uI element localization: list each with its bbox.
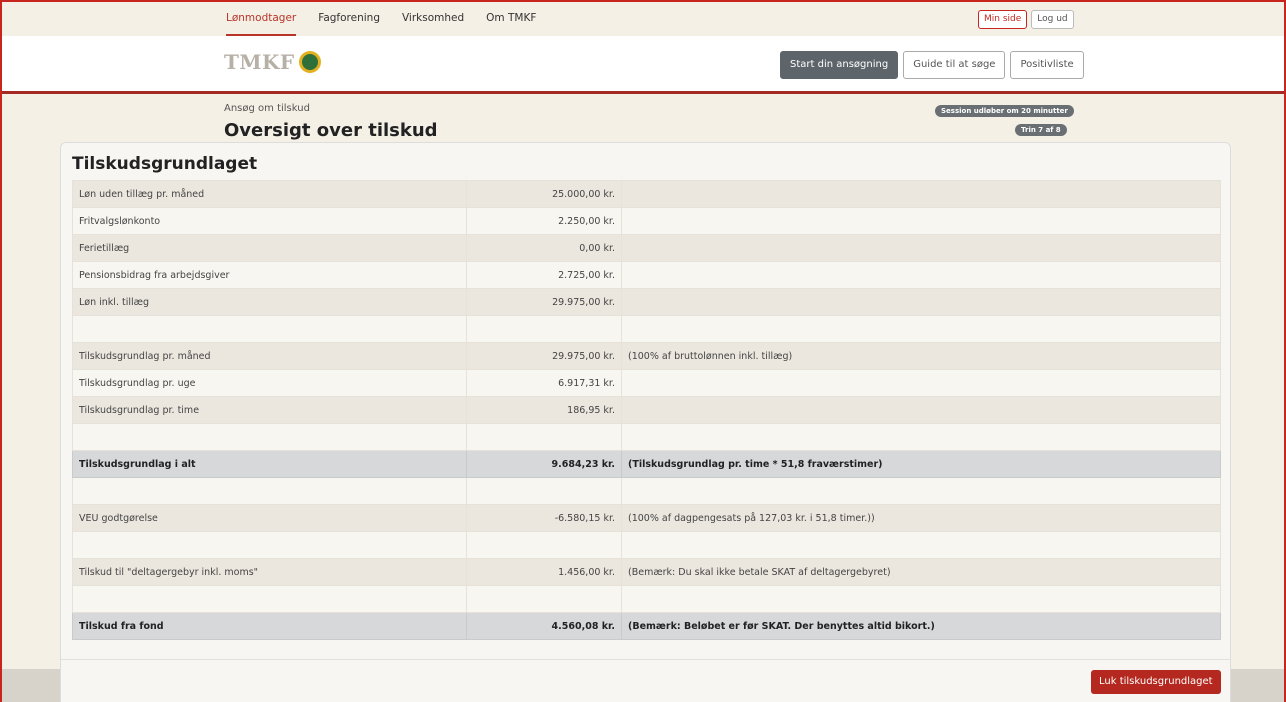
row-label: Løn inkl. tillæg: [72, 288, 467, 316]
row-note: [621, 315, 1221, 343]
table-spacer-row: [72, 315, 1221, 343]
site-logo[interactable]: TMKF: [224, 50, 321, 74]
site-header: TMKF Start din ansøgning Guide til at sø…: [0, 36, 1286, 94]
table-spacer-row: [72, 585, 1221, 613]
start-application-button[interactable]: Start din ansøgning: [780, 51, 899, 79]
row-label: [72, 477, 467, 505]
row-note: [621, 288, 1221, 316]
logout-button[interactable]: Log ud: [1031, 10, 1074, 29]
tree-logo-icon: [298, 51, 321, 73]
row-note: [621, 531, 1221, 559]
row-amount: 6.917,31 kr.: [466, 369, 622, 397]
top-navigation: Lønmodtager Fagforening Virksomhed Om TM…: [0, 0, 1286, 36]
nav-link-virksomhed[interactable]: Virksomhed: [402, 0, 464, 36]
row-amount: 1.456,00 kr.: [466, 558, 622, 586]
page-title: Oversigt over tilskud: [224, 120, 438, 141]
subsidy-table: Løn uden tillæg pr. måned 25.000,00 kr. Fr…: [72, 180, 1221, 640]
my-page-button[interactable]: Min side: [978, 10, 1028, 29]
row-label: Tilskud til "deltagergebyr inkl. moms": [72, 558, 467, 586]
close-subsidy-basis-button[interactable]: Luk tilskudsgrundlaget: [1091, 670, 1221, 694]
table-spacer-row: [72, 423, 1221, 451]
row-amount: 29.975,00 kr.: [466, 342, 622, 370]
row-note: [621, 585, 1221, 613]
session-badge: Session udløber om 20 minutter: [935, 105, 1074, 117]
row-note: [621, 261, 1221, 289]
row-label: Tilskud fra fond: [72, 612, 467, 640]
step-badge: Trin 7 af 8: [1015, 124, 1067, 136]
row-label: Tilskudsgrundlag i alt: [72, 450, 467, 478]
nav-link-om-tmkf[interactable]: Om TMKF: [486, 0, 536, 36]
nav-link-lonmodtager[interactable]: Lønmodtager: [226, 0, 297, 36]
table-spacer-row: [72, 477, 1221, 505]
table-row: Tilskud fra fond 4.560,08 kr. (Bemærk: Bel…: [72, 612, 1221, 640]
row-note: [621, 477, 1221, 505]
subsidy-basis-modal: Tilskudsgrundlaget Løn uden tillæg pr. m…: [60, 142, 1231, 702]
row-note: [621, 423, 1221, 451]
table-spacer-row: [72, 531, 1221, 559]
row-amount: [466, 585, 622, 613]
row-note: (Bemærk: Beløbet er før SKAT. Der benytt…: [621, 612, 1221, 640]
row-label: Pensionsbidrag fra arbejdsgiver: [72, 261, 467, 289]
row-label: [72, 423, 467, 451]
row-amount: 0,00 kr.: [466, 234, 622, 262]
row-amount: [466, 315, 622, 343]
row-label: [72, 531, 467, 559]
table-row: Tilskudsgrundlag pr. uge 6.917,31 kr.: [72, 369, 1221, 397]
row-label: Ferietillæg: [72, 234, 467, 262]
row-note: [621, 396, 1221, 424]
row-note: [621, 180, 1221, 208]
row-amount: [466, 423, 622, 451]
row-note: (Tilskudsgrundlag pr. time * 51,8 fravær…: [621, 450, 1221, 478]
row-amount: 25.000,00 kr.: [466, 180, 622, 208]
table-row: Fritvalgslønkonto 2.250,00 kr.: [72, 207, 1221, 235]
table-row: Ferietillæg 0,00 kr.: [72, 234, 1221, 262]
row-amount: 2.250,00 kr.: [466, 207, 622, 235]
table-row: Pensionsbidrag fra arbejdsgiver 2.725,00 …: [72, 261, 1221, 289]
table-row: VEU godtgørelse -6.580,15 kr. (100% af dag…: [72, 504, 1221, 532]
row-amount: 4.560,08 kr.: [466, 612, 622, 640]
positive-list-button[interactable]: Positivliste: [1010, 51, 1084, 79]
nav-link-fagforening[interactable]: Fagforening: [318, 0, 380, 36]
row-label: Fritvalgslønkonto: [72, 207, 467, 235]
row-label: Tilskudsgrundlag pr. måned: [72, 342, 467, 370]
row-note: (100% af dagpengesats på 127,03 kr. i 51…: [621, 504, 1221, 532]
row-label: Tilskudsgrundlag pr. time: [72, 396, 467, 424]
table-row: Tilskudsgrundlag i alt 9.684,23 kr. (Tilsk…: [72, 450, 1221, 478]
breadcrumb: Ansøg om tilskud: [224, 103, 310, 114]
table-row: Tilskudsgrundlag pr. måned 29.975,00 kr.(…: [72, 342, 1221, 370]
row-note: [621, 369, 1221, 397]
row-label: Løn uden tillæg pr. måned: [72, 180, 467, 208]
row-note: (Bemærk: Du skal ikke betale SKAT af del…: [621, 558, 1221, 586]
modal-title: Tilskudsgrundlaget: [72, 154, 258, 174]
row-amount: 9.684,23 kr.: [466, 450, 622, 478]
table-row: Tilskud til "deltagergebyr inkl. moms" 1.…: [72, 558, 1221, 586]
row-amount: 2.725,00 kr.: [466, 261, 622, 289]
row-note: [621, 207, 1221, 235]
row-amount: [466, 477, 622, 505]
guide-button[interactable]: Guide til at søge: [903, 51, 1006, 79]
row-label: [72, 315, 467, 343]
row-note: (100% af bruttolønnen inkl. tillæg): [621, 342, 1221, 370]
row-label: Tilskudsgrundlag pr. uge: [72, 369, 467, 397]
row-amount: 186,95 kr.: [466, 396, 622, 424]
row-label: VEU godtgørelse: [72, 504, 467, 532]
row-amount: 29.975,00 kr.: [466, 288, 622, 316]
row-label: [72, 585, 467, 613]
row-note: [621, 234, 1221, 262]
table-row: Løn inkl. tillæg 29.975,00 kr.: [72, 288, 1221, 316]
table-row: Løn uden tillæg pr. måned 25.000,00 kr.: [72, 180, 1221, 208]
row-amount: [466, 531, 622, 559]
table-row: Tilskudsgrundlag pr. time 186,95 kr.: [72, 396, 1221, 424]
logo-text: TMKF: [224, 50, 295, 74]
modal-footer-divider: [61, 659, 1230, 660]
row-amount: -6.580,15 kr.: [466, 504, 622, 532]
